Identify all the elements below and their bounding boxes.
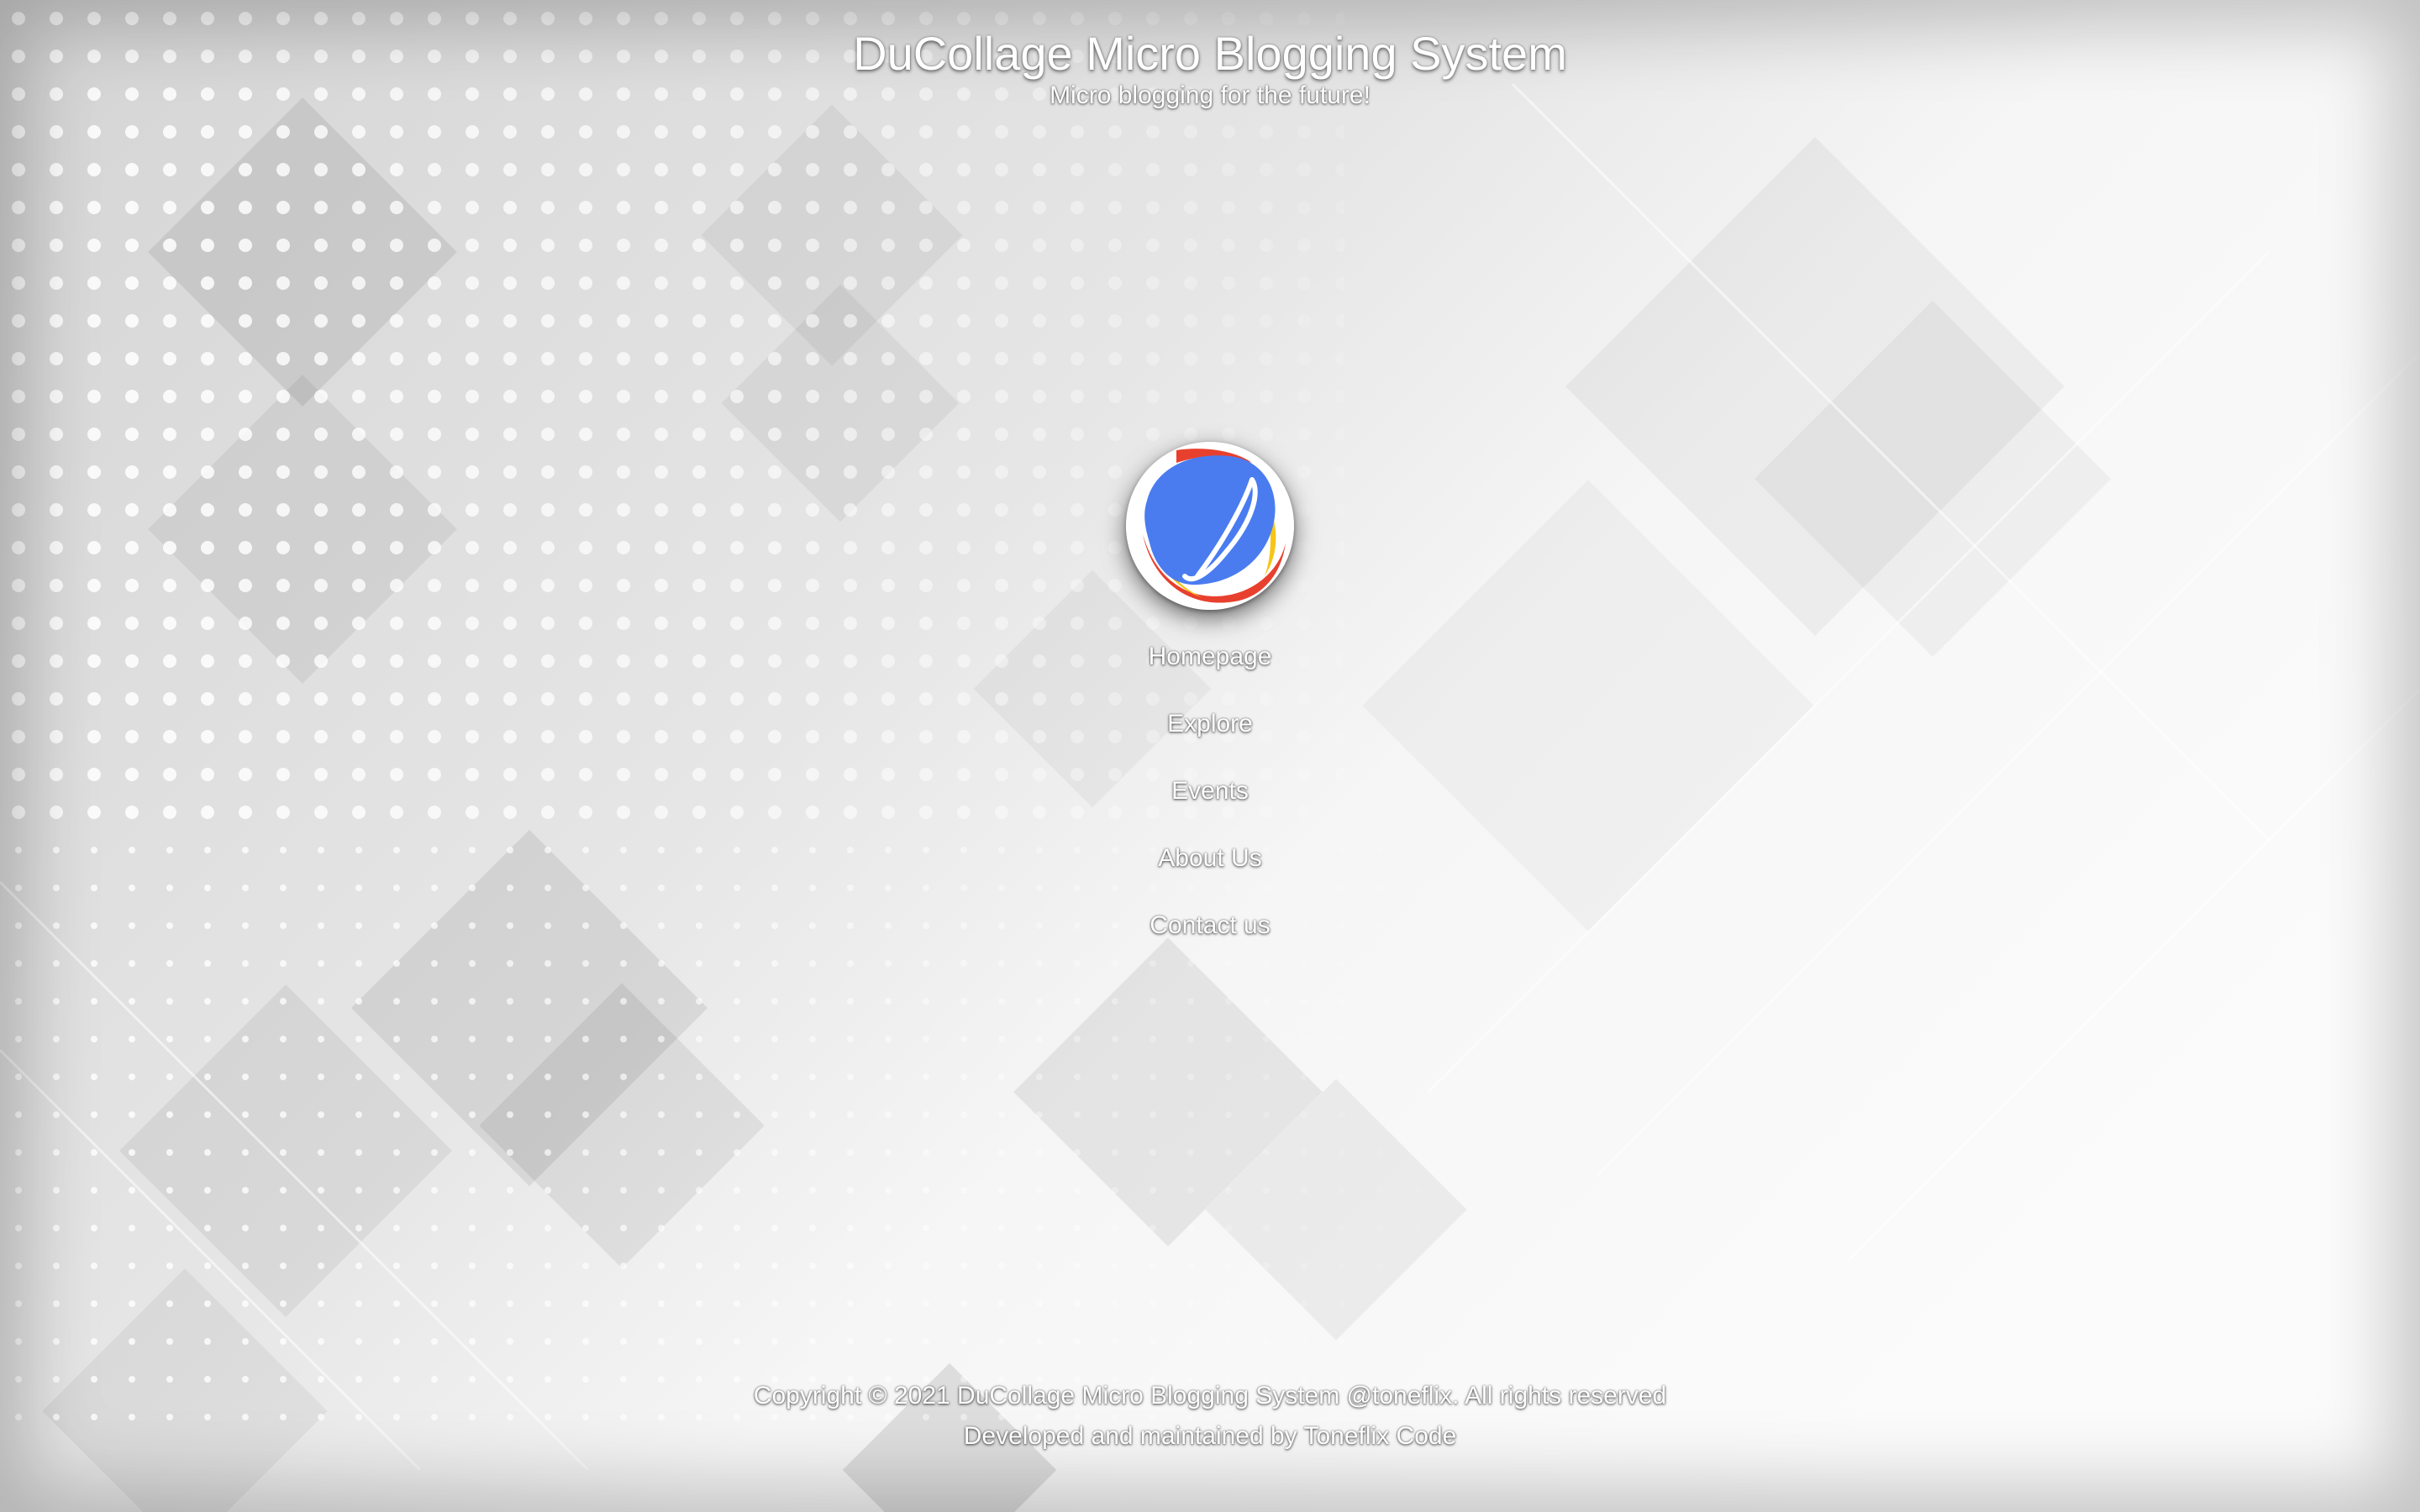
footer-space xyxy=(1339,1382,1346,1410)
site-title: DuCollage Micro Blogging System xyxy=(853,27,1567,80)
nav-item-about-us: About Us xyxy=(0,833,2420,900)
footer-handle-link[interactable]: @toneflix xyxy=(1347,1382,1453,1410)
nav-item-contact-us: Contact us xyxy=(0,900,2420,968)
nav-link-contact-us[interactable]: Contact us xyxy=(1084,900,1336,968)
nav-link-about-us[interactable]: About Us xyxy=(1084,833,1336,900)
nav-item-homepage: Homepage xyxy=(0,632,2420,699)
copyright-text: Copyright © 2021 xyxy=(753,1382,958,1410)
nav-item-explore: Explore xyxy=(0,699,2420,766)
footer-developer-link[interactable]: Toneflix Code xyxy=(1303,1422,1456,1450)
footer-site-link[interactable]: DuCollage Micro Blogging System xyxy=(957,1382,1339,1410)
nav-link-explore[interactable]: Explore xyxy=(1084,699,1336,766)
developed-by-text: Developed and maintained by xyxy=(963,1422,1304,1450)
ducollage-logo-icon[interactable] xyxy=(1126,442,1294,610)
rights-text: . All rights reserved xyxy=(1452,1382,1667,1410)
site-tagline: Micro blogging for the future! xyxy=(1050,81,1370,109)
nav-item-events: Events xyxy=(0,766,2420,833)
nav-link-events[interactable]: Events xyxy=(1084,766,1336,833)
nav-link-homepage[interactable]: Homepage xyxy=(1084,632,1336,699)
footer: Copyright © 2021 DuCollage Micro Bloggin… xyxy=(0,1376,2420,1457)
page-content: DuCollage Micro Blogging System Micro bl… xyxy=(0,0,2420,1512)
main-nav: Homepage Explore Events About Us Contact… xyxy=(0,632,2420,968)
footer-developer: Developed and maintained by Toneflix Cod… xyxy=(0,1416,2420,1457)
footer-copyright: Copyright © 2021 DuCollage Micro Bloggin… xyxy=(0,1376,2420,1416)
